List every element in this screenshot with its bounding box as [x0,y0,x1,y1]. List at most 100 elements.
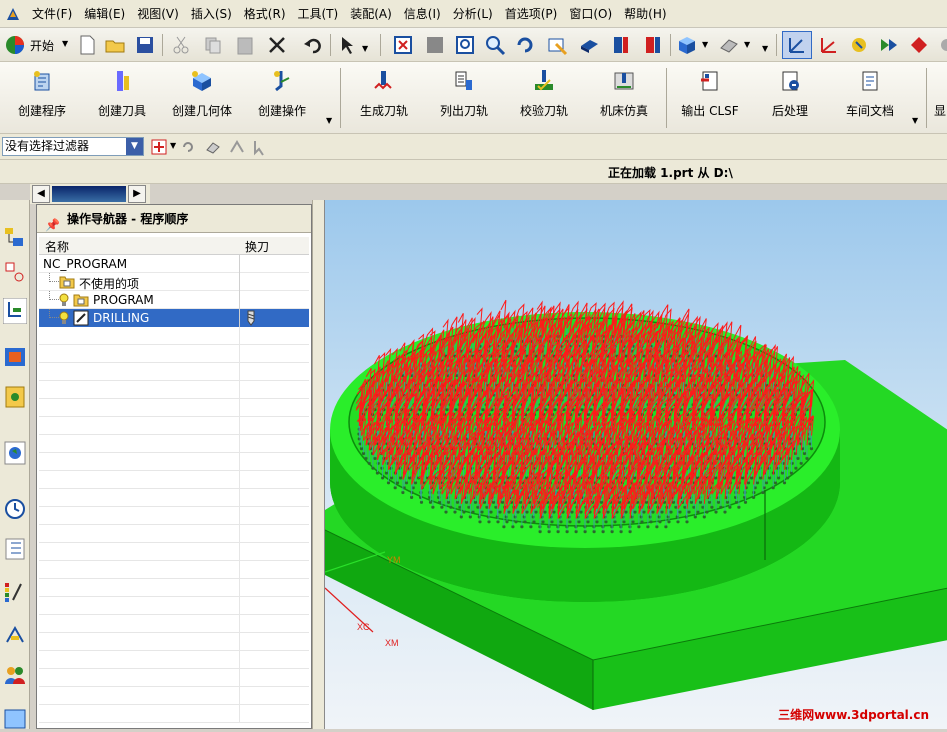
menu-file[interactable]: 文件(F) [26,0,78,28]
tree-row-program[interactable]: PROGRAM [39,291,309,309]
menu-help[interactable]: 帮助(H) [618,0,672,28]
chevron-down-icon[interactable]: ▼ [912,116,918,125]
create-tool-icon [117,71,129,91]
generate-toolpath-button[interactable]: 生成刀轨 [344,66,424,128]
list-toolpath-button[interactable]: 列出刀轨 [424,66,504,128]
menu-tools[interactable]: 工具(T) [292,0,345,28]
create-program-button[interactable]: 创建程序 [2,66,82,128]
chevron-down-icon[interactable]: ▼ [126,138,143,155]
undo-selection-icon[interactable] [180,139,196,155]
roles-icon[interactable] [3,662,27,688]
paste-icon[interactable] [234,34,256,56]
wcs-toggle-button[interactable] [782,31,812,59]
column-name-header[interactable]: 名称 [45,238,69,255]
menu-information[interactable]: 信息(I) [398,0,447,28]
cut-icon[interactable] [170,34,192,56]
replay-icon[interactable] [878,34,900,56]
postprocess-icon [782,71,799,91]
operation-navigator-icon[interactable] [3,298,27,324]
shop-documentation-button[interactable]: 车间文档 [830,66,910,128]
layer-icon[interactable] [610,34,632,56]
palette-icon[interactable] [3,580,27,606]
graphics-viewport[interactable]: YM XC XM 三维网www.3dportal.cn [324,200,947,729]
machine-tool-navigator-icon[interactable] [3,344,27,370]
type-filter-select[interactable]: 没有选择过滤器 ▼ [2,137,144,156]
csys-icon[interactable] [818,34,840,56]
assembly-navigator-icon[interactable] [3,224,27,250]
fit-view-icon[interactable] [392,34,414,56]
tree-node-label: 不使用的项 [79,277,140,291]
reuse-library-icon[interactable] [3,536,27,562]
menu-edit[interactable]: 编辑(E) [78,0,131,28]
zoom-window-icon[interactable] [454,34,476,56]
new-file-icon[interactable] [76,34,98,56]
scroll-thumb[interactable] [52,186,126,202]
system-visualization-icon[interactable] [3,706,27,732]
eraser-icon[interactable] [204,138,222,156]
panel-splitter[interactable] [312,200,324,729]
part-navigator-icon[interactable] [3,384,27,410]
shaded-view-icon[interactable] [578,34,600,56]
verify-toolpath-button[interactable]: 校验刀轨 [504,66,584,128]
display-button[interactable]: 显 [930,66,947,128]
pan-icon[interactable] [546,34,568,56]
tree-row-unused-items[interactable]: 不使用的项 [39,273,309,291]
menu-preferences[interactable]: 首选项(P) [499,0,564,28]
navigator-title-bar: 📌 操作导航器 - 程序顺序 [37,205,311,233]
cube-view-icon[interactable] [676,34,698,56]
save-icon[interactable] [134,34,156,56]
create-tool-button[interactable]: 创建刀具 [82,66,162,128]
tree-row-drilling[interactable]: DRILLING [39,309,309,327]
snap-disabled-icon[interactable] [228,138,246,156]
tree-row-nc-program[interactable]: NC_PROGRAM [39,255,309,273]
create-geometry-icon [192,71,211,91]
create-operation-icon [274,71,290,92]
chevron-down-icon[interactable]: ▼ [702,40,708,49]
chevron-down-icon[interactable]: ▼ [744,40,750,49]
constraint-navigator-icon[interactable] [3,260,27,286]
postprocess-button[interactable]: 后处理 [750,66,830,128]
menu-insert[interactable]: 插入(S) [185,0,238,28]
layer-settings-icon[interactable] [642,34,664,56]
open-folder-icon[interactable] [104,34,126,56]
render-style-icon[interactable] [718,34,740,56]
output-clsf-button[interactable]: 输出 CLSF [670,66,750,128]
operation-edit-icon [73,310,89,326]
machine-simulation-button[interactable]: 机床仿真 [584,66,664,128]
copy-icon[interactable] [202,34,224,56]
menu-analysis[interactable]: 分析(L) [447,0,499,28]
selection-filter-icon[interactable] [338,34,360,56]
axis-label-xm: XM [385,638,399,648]
menu-format[interactable]: 格式(R) [238,0,292,28]
column-toolchange-header[interactable]: 换刀 [245,238,269,255]
folder-icon [73,294,89,307]
snap-point-icon[interactable] [150,138,168,156]
menu-view[interactable]: 视图(V) [131,0,185,28]
zoom-box-icon[interactable] [424,34,446,56]
undo-icon[interactable] [302,34,324,56]
chevron-down-icon[interactable]: ▼ [762,44,768,53]
tool-icon[interactable] [848,34,870,56]
pin-icon[interactable]: 📌 [45,211,60,239]
scroll-left-button[interactable]: ◀ [32,185,50,203]
web-browser-icon[interactable] [3,440,27,466]
snap-arrow-icon[interactable] [252,138,270,156]
zoom-icon[interactable] [484,34,506,56]
start-button[interactable]: 开始 ▼ [4,33,70,57]
chevron-down-icon[interactable]: ▼ [170,141,176,150]
create-operation-button[interactable]: 创建操作 [242,66,322,128]
nx-app-icon[interactable] [4,5,22,23]
menu-assembly[interactable]: 装配(A) [344,0,398,28]
more-tools-icon[interactable] [936,34,947,56]
process-studio-icon[interactable] [3,622,27,648]
scroll-right-button[interactable]: ▶ [128,185,146,203]
delete-icon[interactable] [266,34,288,56]
resource-bar [0,200,30,729]
chevron-down-icon[interactable]: ▼ [326,116,332,125]
rotate-icon[interactable] [514,34,536,56]
menu-window[interactable]: 窗口(O) [563,0,618,28]
create-geometry-button[interactable]: 创建几何体 [162,66,242,128]
chevron-down-icon[interactable]: ▼ [362,44,368,53]
verify-icon[interactable] [908,34,930,56]
history-clock-icon[interactable] [3,496,27,522]
